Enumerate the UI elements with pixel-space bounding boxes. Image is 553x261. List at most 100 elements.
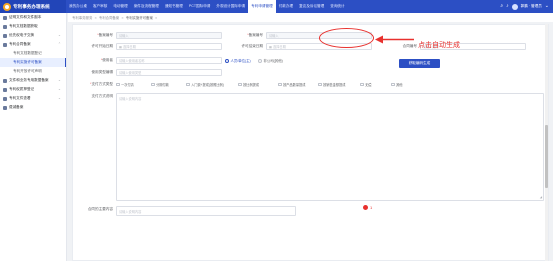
calendar-icon: ▦ xyxy=(119,45,123,49)
close-icon[interactable]: ✕ xyxy=(121,16,124,20)
close-icon[interactable]: ✕ xyxy=(94,16,97,20)
checkbox-label: 一次付清 xyxy=(121,83,134,87)
breadcrumb-item[interactable]: 专利实施许可备案 xyxy=(126,15,153,20)
sidebar-item[interactable]: 专利权质押登记 ⌄ xyxy=(0,85,66,94)
nav-item[interactable]: 付款办理 xyxy=(276,0,296,13)
resize-handle-icon[interactable]: ◢ xyxy=(540,195,542,199)
method-checkbox[interactable]: 按产品数量提成 xyxy=(278,82,305,87)
detail-textarea[interactable]: 请输入说明内容 ◢ xyxy=(116,93,544,201)
nav-item[interactable]: PCT国际申请 xyxy=(186,0,214,13)
sidebar-item-label: 文件和业务专用数据备案 xyxy=(9,78,49,82)
breadcrumb-item[interactable]: 专利合同备案 xyxy=(99,15,119,20)
annotation-text: 点击自动生成 xyxy=(418,42,460,49)
nav-item[interactable]: 专利申请管理 xyxy=(248,0,276,13)
radio-label: 人员/单位(主) xyxy=(230,59,251,63)
chevron-icon: ⌄ xyxy=(57,78,61,82)
app-logo[interactable]: 专利事务办理系统 xyxy=(0,0,66,13)
chevron-down-icon[interactable]: ⌄ xyxy=(545,0,549,13)
method-checkbox[interactable]: 按比例提成 xyxy=(238,82,259,87)
sidebar-item-label: 优先权电子交换 xyxy=(9,33,35,37)
user-type-radio-1[interactable]: 非公司(其他) xyxy=(258,58,283,63)
sidebar-item[interactable]: 文件和业务专用数据备案 ⌄ xyxy=(0,76,66,85)
nav-item[interactable]: 查询统计 xyxy=(327,0,347,13)
sidebar-item[interactable]: 优先权电子交换 ⌄ xyxy=(0,31,66,40)
sidebar-item-label: 专利开放许可声明 xyxy=(13,69,42,73)
search-icon[interactable]: ⌕ xyxy=(500,0,503,13)
sidebar-item[interactable]: 专利文档数据登记 xyxy=(0,49,66,58)
other-textarea[interactable]: 请输入说明内容 xyxy=(116,206,296,216)
bell-icon[interactable]: ♪ xyxy=(506,0,509,13)
annotation-circle xyxy=(319,28,374,48)
apply-no-label: *备案编号 xyxy=(247,33,263,37)
sidebar-item-label: 证明文件和文件副本 xyxy=(9,15,42,19)
nav-item[interactable]: 通知书管理 xyxy=(162,0,186,13)
menu-icon xyxy=(3,96,7,101)
checkbox-box xyxy=(391,82,395,87)
breadcrumb-item[interactable]: 专利事务服务 xyxy=(72,15,92,20)
end-date-placeholder: 选择日期 xyxy=(273,45,286,49)
sidebar-item[interactable]: 专利文件查看 ⌄ xyxy=(0,94,66,103)
chevron-icon: ⌄ xyxy=(57,96,61,100)
checkbox-label: 入门费+提成(按照比例) xyxy=(191,83,224,87)
chevron-icon: ⌃ xyxy=(57,42,61,46)
start-date-placeholder: 选择日期 xyxy=(123,45,136,49)
annotation-count: 1 xyxy=(370,205,373,210)
method-checkbox[interactable]: 入门费+提成(按照比例) xyxy=(186,82,224,87)
avatar[interactable] xyxy=(511,3,518,10)
sidebar-item-label: 专利合同备案 xyxy=(9,42,31,46)
arrow-left-icon xyxy=(375,35,414,44)
other-label: 合同的主要内容 xyxy=(87,207,113,211)
user-input[interactable]: 请输入使用者名称 xyxy=(116,57,222,64)
contract-no-input[interactable]: 请输入 xyxy=(116,32,222,39)
checkbox-box xyxy=(186,82,190,87)
checkbox-box xyxy=(238,82,242,87)
scrollbar-thumb[interactable] xyxy=(545,125,548,188)
top-bar: 专利事务办理系统 我的办公桌 客户审核 电动管理 案件及流程管理 通知书管理 PCT国际申… xyxy=(0,0,553,13)
license-type-label: 使用类型编辑 xyxy=(91,70,113,74)
sidebar-item[interactable]: 证明文件和文件副本 xyxy=(0,13,66,22)
sidebar-item-label: 专利文件查看 xyxy=(9,96,31,100)
detail-placeholder: 请输入说明内容 xyxy=(119,97,142,101)
nav-item[interactable]: 我的办公桌 xyxy=(66,0,90,13)
radio-dot xyxy=(225,58,229,63)
method-checkbox[interactable]: 无偿 xyxy=(360,82,371,87)
warning-icon xyxy=(363,205,368,210)
app-title: 专利事务办理系统 xyxy=(13,3,50,9)
radio-label: 非公司(其他) xyxy=(263,59,283,63)
sidebar-item[interactable]: 专利文档数据获取 xyxy=(0,22,66,31)
detail-label: 支付方式说明 xyxy=(91,94,113,98)
close-icon[interactable]: ✕ xyxy=(155,16,158,20)
end-date-label: 许可结束日期 xyxy=(241,44,263,48)
methods-label: *支付方式类型 xyxy=(90,82,113,86)
menu-icon xyxy=(3,24,7,29)
sidebar-item[interactable]: 专利实施许可备案 xyxy=(0,58,66,67)
nav-item[interactable]: 电动管理 xyxy=(110,0,130,13)
user-type-radio-0[interactable]: 人员/单位(主) xyxy=(225,58,251,63)
checkbox-box xyxy=(360,82,364,87)
method-checkbox[interactable]: 一次付清 xyxy=(116,82,134,87)
user-name[interactable]: 郭鹏 · 管理员 xyxy=(521,4,542,9)
reg-no-label: 合同编号 xyxy=(402,44,417,48)
sidebar-item[interactable]: 专利合同备案 ⌃ xyxy=(0,40,66,49)
nav-item[interactable]: 复议及诉讼管理 xyxy=(296,0,327,13)
nav-item[interactable]: 案件及流程管理 xyxy=(131,0,162,13)
main-content: 专利事务服务 ✕ 专利合同备案 ✕ 专利实施许可备案 ✕ *备案编号 请输入 *… xyxy=(68,13,553,261)
nav-item[interactable]: 客户审核 xyxy=(90,0,110,13)
checkbox-box xyxy=(278,82,282,87)
checkbox-box xyxy=(151,82,155,87)
main-nav: 我的办公桌 客户审核 电动管理 案件及流程管理 通知书管理 PCT国际申请 外观设计国际申请… xyxy=(66,0,348,13)
method-checkbox[interactable]: 分期付款 xyxy=(151,82,169,87)
sidebar-item-label: 专利文档数据获取 xyxy=(9,24,38,28)
checkbox-box xyxy=(116,82,120,87)
license-type-select[interactable]: 请输入使用类型 xyxy=(116,69,222,76)
method-checkbox[interactable]: 其他 xyxy=(391,82,402,87)
sidebar-item[interactable]: 专利开放许可声明 xyxy=(0,67,66,76)
method-checkbox[interactable]: 按销售金额提成 xyxy=(318,82,345,87)
nav-item[interactable]: 外观设计国际申请 xyxy=(213,0,248,13)
generate-button[interactable]: 获取编码生成 xyxy=(399,59,440,68)
sidebar-item[interactable]: 费减备案 xyxy=(0,103,66,112)
start-date-picker[interactable]: ▦选择日期 xyxy=(116,43,222,50)
calendar-icon: ▦ xyxy=(269,45,273,49)
menu-icon xyxy=(3,87,7,92)
chevron-icon: ⌄ xyxy=(57,33,61,37)
